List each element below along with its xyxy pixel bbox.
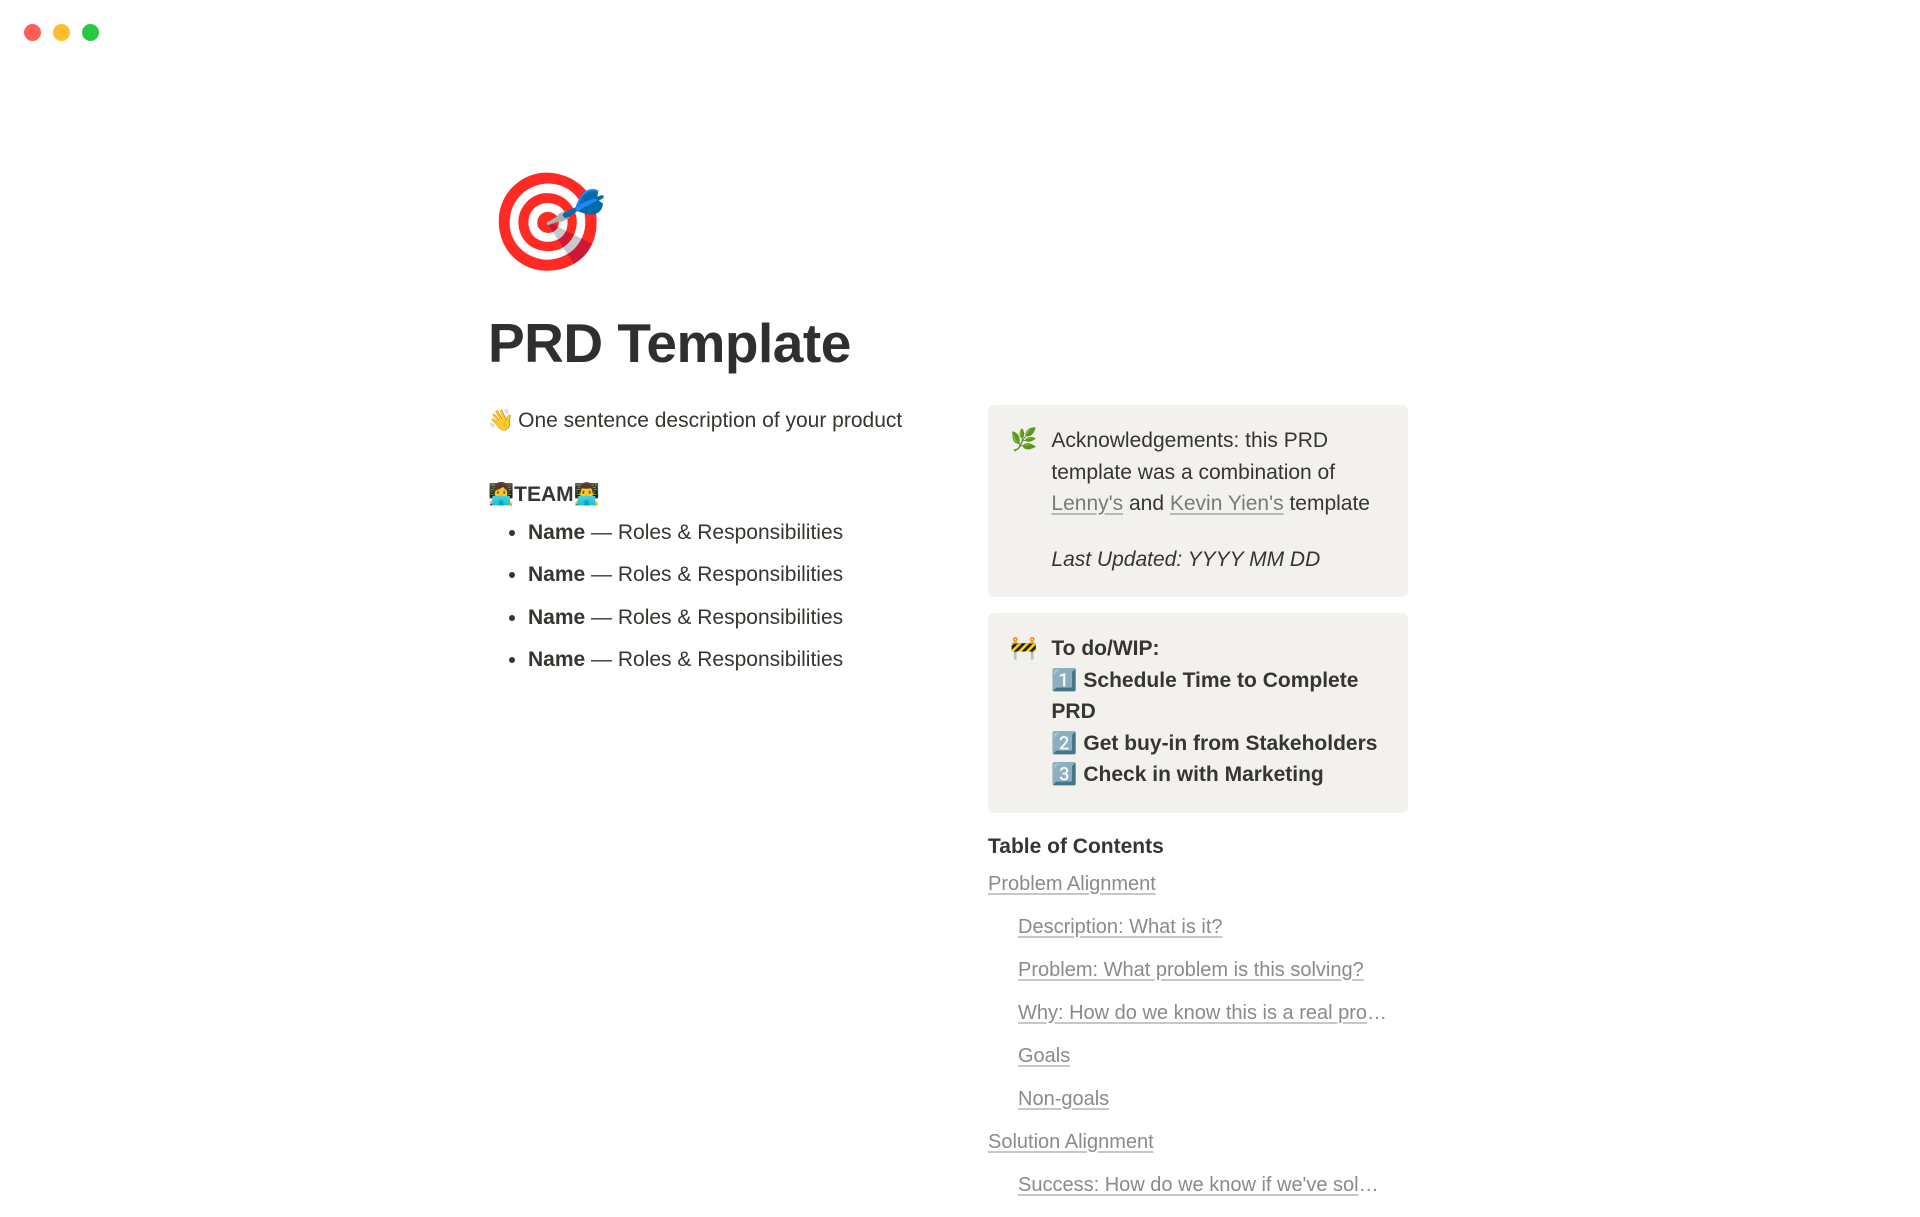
page-icon[interactable]: 🎯 xyxy=(488,175,1408,271)
team-heading-label: TEAM xyxy=(514,483,574,506)
todo-item-3: 3️⃣ Check in with Marketing xyxy=(1051,759,1386,791)
document-page: 🎯 PRD Template 👋One sentence description… xyxy=(488,175,1408,1217)
toc-link-goals[interactable]: Goals xyxy=(1018,1045,1070,1068)
ack-text-2: and xyxy=(1123,492,1170,515)
tech-woman-icon: 👩‍💻 xyxy=(488,483,514,506)
todo-item-1: 1️⃣ Schedule Time to Complete PRD xyxy=(1051,665,1386,728)
toc-entry: Goals xyxy=(1018,1045,1408,1074)
wave-icon: 👋 xyxy=(488,409,514,432)
toc-heading: Table of Contents xyxy=(988,835,1408,859)
toc-link-success[interactable]: Success: How do we know if we've solved … xyxy=(1018,1174,1388,1197)
team-member-role: — Roles & Responsibilities xyxy=(585,521,843,544)
team-member[interactable]: Name — Roles & Responsibilities xyxy=(528,602,958,635)
todo-body: To do/WIP: 1️⃣ Schedule Time to Complete… xyxy=(1051,633,1386,791)
toc-link-description[interactable]: Description: What is it? xyxy=(1018,916,1223,939)
toc-entry: Problem: What problem is this solving? xyxy=(1018,959,1408,988)
todo-item-2: 2️⃣ Get buy-in from Stakeholders xyxy=(1051,728,1386,760)
team-member-role: — Roles & Responsibilities xyxy=(585,606,843,629)
close-window-button[interactable] xyxy=(24,24,41,41)
toc-link-solution-alignment[interactable]: Solution Alignment xyxy=(988,1131,1154,1154)
toc-link-problem-alignment[interactable]: Problem Alignment xyxy=(988,873,1156,896)
left-column: 👋One sentence description of your produc… xyxy=(488,405,958,687)
zoom-window-button[interactable] xyxy=(82,24,99,41)
team-member-role: — Roles & Responsibilities xyxy=(585,563,843,586)
intro-line[interactable]: 👋One sentence description of your produc… xyxy=(488,405,958,438)
right-column: 🌿 Acknowledgements: this PRD template wa… xyxy=(988,405,1408,1217)
toc-link-problem[interactable]: Problem: What problem is this solving? xyxy=(1018,959,1364,982)
intro-text: One sentence description of your product xyxy=(518,409,902,432)
team-member[interactable]: Name — Roles & Responsibilities xyxy=(528,517,958,550)
toc-entry: Description: What is it? xyxy=(1018,916,1408,945)
ack-link-kevin[interactable]: Kevin Yien's xyxy=(1170,492,1284,515)
team-member-name: Name xyxy=(528,606,585,629)
herb-icon: 🌿 xyxy=(1010,425,1037,575)
acknowledgements-body: Acknowledgements: this PRD template was … xyxy=(1051,425,1386,575)
team-heading[interactable]: 👩‍💻TEAM👨‍💻 xyxy=(488,483,958,507)
todo-callout[interactable]: 🚧 To do/WIP: 1️⃣ Schedule Time to Comple… xyxy=(988,613,1408,813)
team-member-name: Name xyxy=(528,521,585,544)
team-member[interactable]: Name — Roles & Responsibilities xyxy=(528,644,958,677)
construction-icon: 🚧 xyxy=(1010,633,1037,791)
page-title[interactable]: PRD Template xyxy=(488,311,1408,375)
toc-link-non-goals[interactable]: Non-goals xyxy=(1018,1088,1109,1111)
window-controls xyxy=(24,24,99,41)
team-member[interactable]: Name — Roles & Responsibilities xyxy=(528,559,958,592)
last-updated: Last Updated: YYYY MM DD xyxy=(1051,544,1386,576)
team-member-name: Name xyxy=(528,563,585,586)
toc-entry: Non-goals xyxy=(1018,1088,1408,1117)
ack-text-3: template xyxy=(1284,492,1370,515)
todo-title: To do/WIP: xyxy=(1051,637,1159,660)
toc-entry: Why: How do we know this is a real probl… xyxy=(1018,1002,1408,1031)
team-list: Name — Roles & Responsibilities Name — R… xyxy=(488,517,958,677)
acknowledgements-callout[interactable]: 🌿 Acknowledgements: this PRD template wa… xyxy=(988,405,1408,597)
toc-entry: Solution Alignment xyxy=(988,1131,1408,1160)
ack-text-1: Acknowledgements: this PRD template was … xyxy=(1051,429,1335,484)
team-member-role: — Roles & Responsibilities xyxy=(585,648,843,671)
tech-man-icon: 👨‍💻 xyxy=(574,483,600,506)
toc-link-why[interactable]: Why: How do we know this is a real probl… xyxy=(1018,1002,1388,1025)
table-of-contents: Problem Alignment Description: What is i… xyxy=(988,873,1408,1203)
toc-entry: Problem Alignment xyxy=(988,873,1408,902)
toc-entry: Success: How do we know if we've solved … xyxy=(1018,1174,1408,1203)
ack-link-lenny[interactable]: Lenny's xyxy=(1051,492,1123,515)
minimize-window-button[interactable] xyxy=(53,24,70,41)
team-member-name: Name xyxy=(528,648,585,671)
